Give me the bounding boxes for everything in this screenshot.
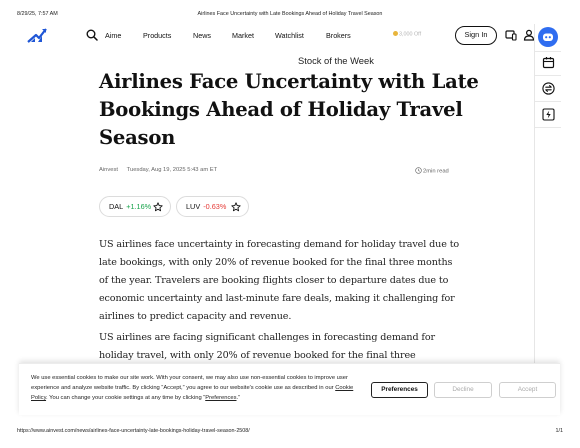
stock-of-the-week-link[interactable]: Stock of the Week: [298, 55, 374, 66]
print-page-number: 1/1: [555, 428, 564, 434]
nav-products[interactable]: Products: [143, 31, 171, 40]
star-icon[interactable]: [153, 201, 163, 212]
article-title: Airlines Face Uncertainty with Late Book…: [99, 70, 479, 149]
device-icon[interactable]: [505, 29, 517, 41]
cookie-text-part: .”: [236, 395, 241, 402]
article-date: Tuesday, Aug 19, 2025 5:43 am ET: [126, 167, 218, 173]
nav-market[interactable]: Market: [232, 31, 254, 40]
ticker-symbol: DAL: [109, 202, 124, 211]
sign-in-button[interactable]: Sign In: [455, 26, 497, 45]
nav-aime[interactable]: Aime: [105, 31, 121, 40]
read-time-label: 2min read: [423, 168, 449, 175]
article-paragraph: US airlines face uncertainty in forecast…: [99, 239, 460, 322]
ticker-symbol: LUV: [186, 202, 201, 211]
read-time: 2min read: [415, 167, 449, 175]
accept-button[interactable]: Accept: [499, 382, 556, 398]
cookie-text-part: We use essential cookies to make our sit…: [31, 375, 348, 392]
ticker-change: -0.63%: [203, 202, 227, 211]
rail-divider: [535, 75, 561, 76]
search-icon[interactable]: [86, 29, 98, 41]
coin-icon: [393, 31, 398, 36]
logo-icon[interactable]: [27, 27, 47, 43]
star-icon[interactable]: [231, 201, 241, 212]
coin-promo[interactable]: 3,000 Off: [393, 31, 421, 38]
rail-divider: [535, 51, 561, 52]
ticker-chip-luv[interactable]: LUV -0.63%: [176, 196, 249, 217]
preferences-link[interactable]: Preferences: [205, 395, 236, 401]
rail-divider: [535, 127, 561, 128]
calendar-icon[interactable]: [542, 56, 555, 69]
cookie-message: We use essential cookies to make our sit…: [31, 373, 359, 404]
print-header: 8/29/25, 7:57 AM Airlines Face Uncertain…: [17, 11, 563, 21]
clock-icon: [415, 167, 422, 174]
nav-brokers[interactable]: Brokers: [326, 31, 351, 40]
print-footer: https://www.ainvest.com/news/airlines-fa…: [17, 428, 563, 438]
article-paragraph: US airlines are facing significant chall…: [99, 332, 435, 361]
robot-face-icon: [543, 33, 553, 41]
nav-news[interactable]: News: [193, 31, 211, 40]
nav-watchlist[interactable]: Watchlist: [275, 31, 304, 40]
cookie-text-part: . You can change your cookie settings at…: [46, 395, 206, 402]
decline-button[interactable]: Decline: [434, 382, 492, 398]
article-meta: Ainvest Tuesday, Aug 19, 2025 5:43 am ET: [99, 167, 217, 173]
right-rail: [534, 24, 561, 408]
preferences-button[interactable]: Preferences: [371, 382, 428, 398]
swap-icon[interactable]: [542, 82, 555, 95]
lightning-icon[interactable]: [542, 108, 555, 121]
ticker-change: +1.16%: [126, 202, 152, 211]
rail-divider: [535, 101, 561, 102]
top-navbar: Aime Products News Market Watchlist Brok…: [17, 24, 535, 48]
article-source[interactable]: Ainvest: [99, 167, 118, 173]
print-url: https://www.ainvest.com/news/airlines-fa…: [17, 428, 250, 434]
print-doc-title: Airlines Face Uncertainty with Late Book…: [197, 11, 383, 17]
coin-promo-label: 3,000 Off: [399, 31, 422, 38]
ticker-chip-dal[interactable]: DAL +1.16%: [99, 196, 171, 217]
cookie-banner: We use essential cookies to make our sit…: [19, 363, 560, 415]
ai-assistant-icon[interactable]: [538, 27, 558, 47]
